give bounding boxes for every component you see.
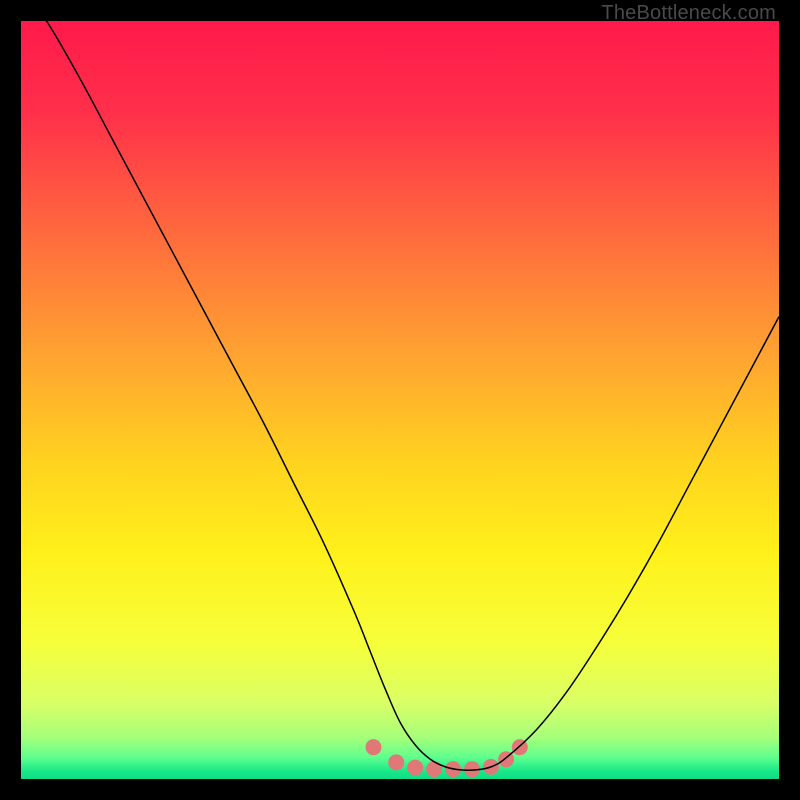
marker-dots [365,739,527,777]
marker-dot [407,760,423,776]
marker-dot [426,761,442,777]
marker-dot [365,739,381,755]
chart-container: TheBottleneck.com [0,0,800,800]
bottleneck-curve [21,21,779,770]
chart-svg [21,21,779,779]
marker-dot [388,754,404,770]
plot-area [21,21,779,779]
